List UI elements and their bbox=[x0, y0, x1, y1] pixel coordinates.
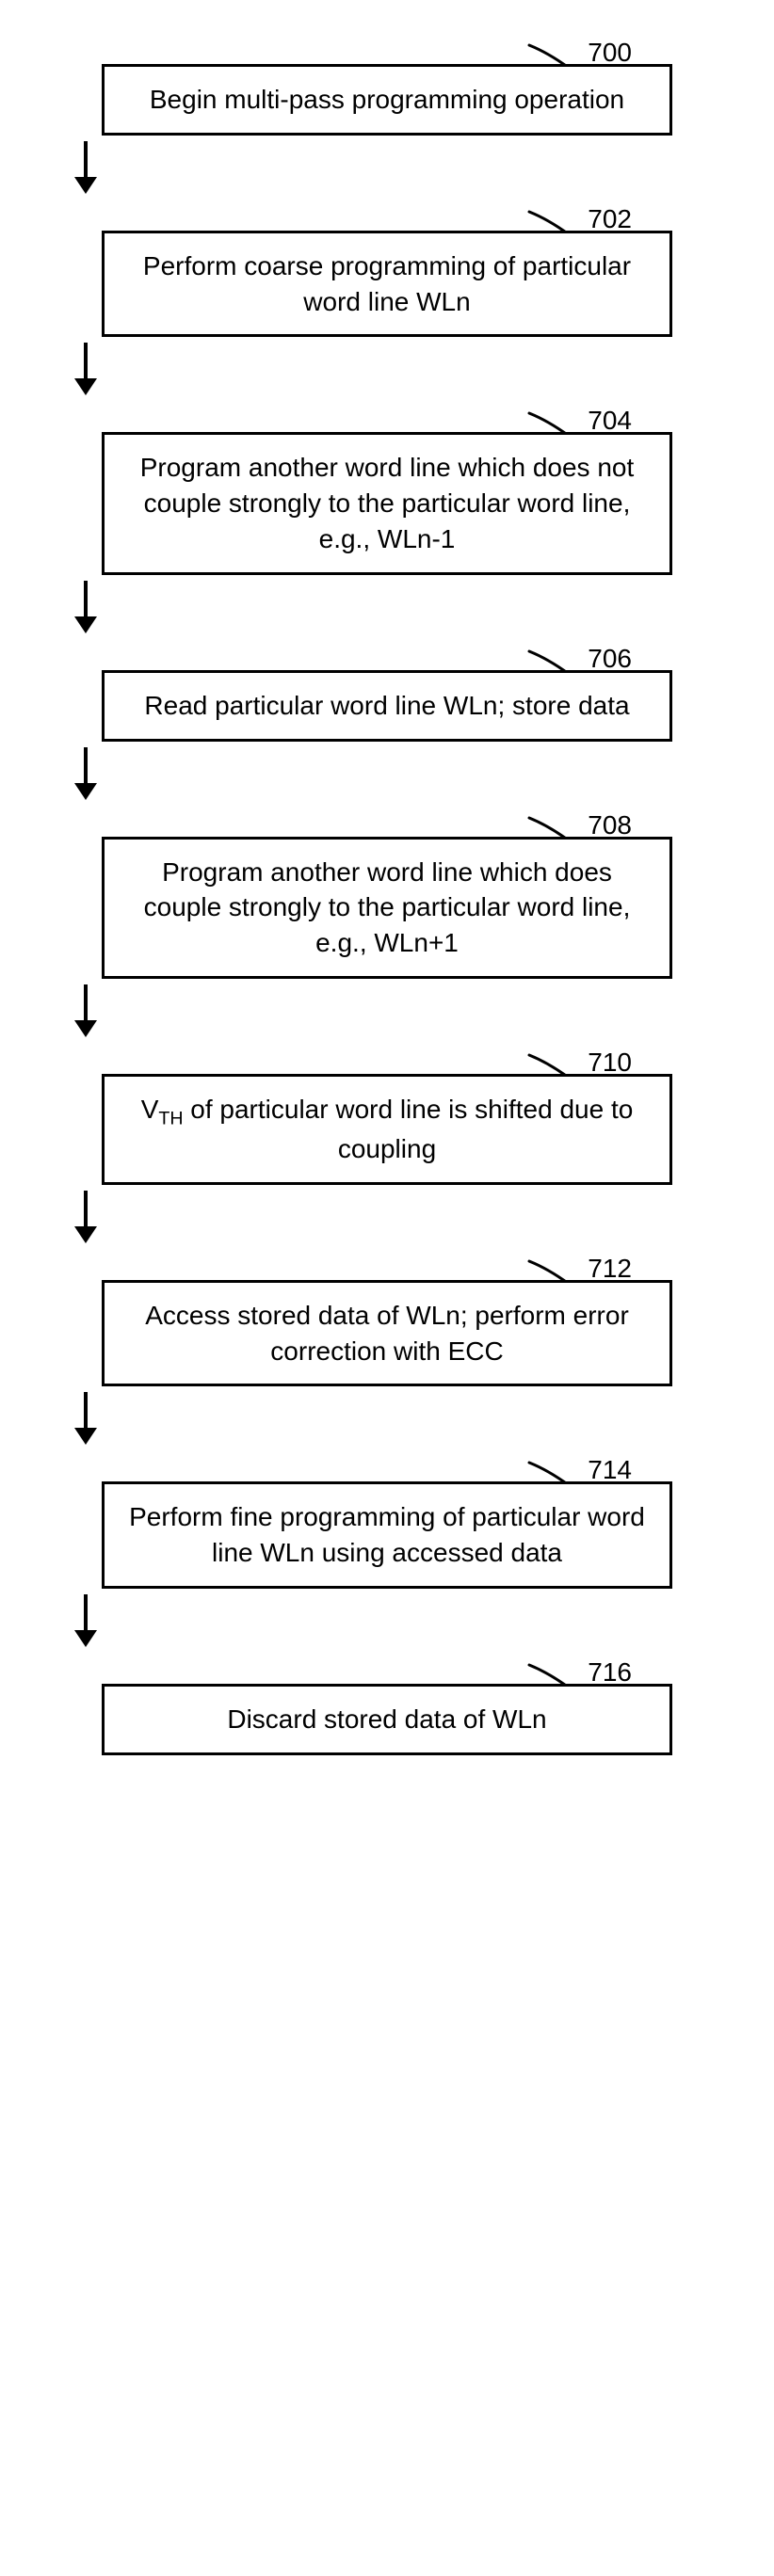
flow-step: 704Program another word line which does … bbox=[67, 406, 707, 574]
arrow-down-icon bbox=[67, 1390, 707, 1453]
arrow-down-icon bbox=[67, 341, 707, 404]
step-box: Perform coarse programming of particular… bbox=[102, 231, 672, 338]
arrow-down-icon bbox=[67, 579, 707, 642]
arrow-down-icon bbox=[67, 1592, 707, 1656]
step-box: Discard stored data of WLn bbox=[102, 1684, 672, 1755]
flow-step: 708Program another word line which does … bbox=[67, 810, 707, 979]
step-box: Perform fine programming of particular w… bbox=[102, 1481, 672, 1589]
arrow-down-icon bbox=[67, 983, 707, 1046]
arrow-down-icon bbox=[67, 139, 707, 202]
flowchart: 700Begin multi-pass programming operatio… bbox=[67, 38, 707, 1755]
flow-step: 710VTH of particular word line is shifte… bbox=[67, 1048, 707, 1185]
step-box: Program another word line which does not… bbox=[102, 432, 672, 574]
arrow-down-icon bbox=[67, 745, 707, 808]
flow-step: 712Access stored data of WLn; perform er… bbox=[67, 1254, 707, 1387]
flow-step: 700Begin multi-pass programming operatio… bbox=[67, 38, 707, 136]
flow-step: 714Perform fine programming of particula… bbox=[67, 1455, 707, 1589]
flow-step: 706Read particular word line WLn; store … bbox=[67, 644, 707, 742]
step-box: VTH of particular word line is shifted d… bbox=[102, 1074, 672, 1185]
arrow-down-icon bbox=[67, 1189, 707, 1252]
step-box: Read particular word line WLn; store dat… bbox=[102, 670, 672, 742]
step-box: Begin multi-pass programming operation bbox=[102, 64, 672, 136]
flow-step: 702Perform coarse programming of particu… bbox=[67, 204, 707, 338]
flow-step: 716Discard stored data of WLn bbox=[67, 1657, 707, 1755]
step-box: Access stored data of WLn; perform error… bbox=[102, 1280, 672, 1387]
step-box: Program another word line which does cou… bbox=[102, 837, 672, 979]
